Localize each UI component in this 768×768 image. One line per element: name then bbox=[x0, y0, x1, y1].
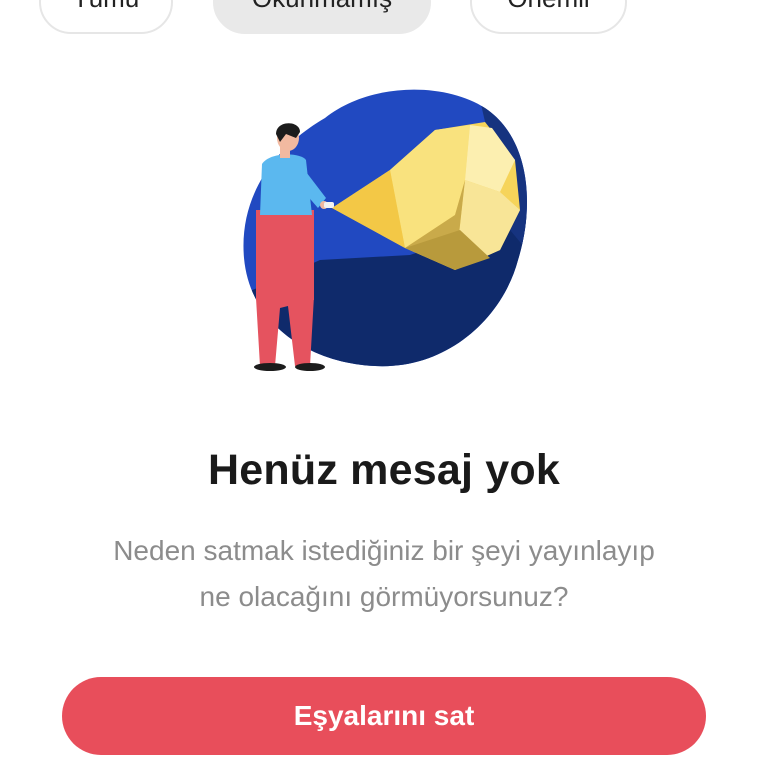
empty-state-subtitle-line-2: ne olacağını görmüyorsunuz? bbox=[199, 581, 569, 612]
filter-chip-important[interactable]: Önemli bbox=[470, 0, 627, 34]
filter-chip-unread[interactable]: Okunmamış bbox=[213, 0, 431, 34]
sell-items-button[interactable]: Eşyalarını sat bbox=[62, 677, 706, 755]
filter-chip-important-label: Önemli bbox=[507, 0, 589, 14]
empty-state-title: Henüz mesaj yok bbox=[208, 446, 560, 494]
empty-state-subtitle-line-1: Neden satmak istediğiniz bir şeyi yayınl… bbox=[113, 535, 655, 566]
sell-items-button-label: Eşyalarını sat bbox=[293, 700, 475, 731]
filter-chip-all-label: Tümü bbox=[73, 0, 139, 14]
flashlight-person-illustration bbox=[243, 89, 528, 371]
empty-state-subtitle: Neden satmak istediğiniz bir şeyi yayınl… bbox=[40, 528, 728, 620]
messages-screen: Tümü Okunmamış Önemli bbox=[0, 0, 768, 768]
empty-state-illustration bbox=[230, 80, 540, 380]
message-filter-tabs: Tümü Okunmamış Önemli bbox=[0, 0, 768, 36]
filter-chip-unread-label: Okunmamış bbox=[252, 0, 392, 14]
filter-chip-all[interactable]: Tümü bbox=[39, 0, 173, 34]
